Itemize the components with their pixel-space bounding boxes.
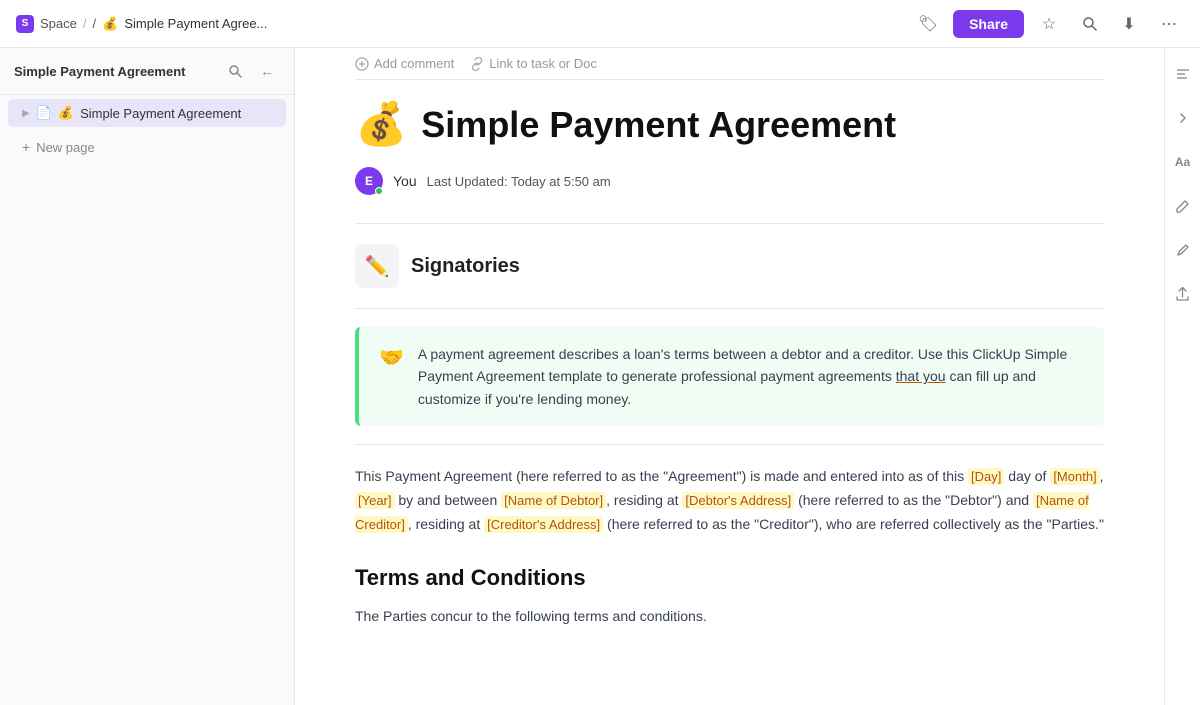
sig-icon: ✏️ bbox=[365, 254, 390, 279]
placeholder-month: [Month] bbox=[1050, 468, 1099, 485]
right-toolbar: Aa bbox=[1164, 48, 1200, 705]
sidebar-search-button[interactable] bbox=[222, 58, 248, 84]
add-comment-label: Add comment bbox=[374, 56, 454, 71]
sidebar-header-icons: ← bbox=[222, 58, 280, 84]
content-toolbar: Add comment Link to task or Doc bbox=[355, 48, 1104, 80]
collapse-right-button[interactable] bbox=[1169, 104, 1197, 132]
agreement-paragraph: This Payment Agreement (here referred to… bbox=[355, 465, 1104, 536]
divider-3 bbox=[355, 444, 1104, 445]
search-button[interactable] bbox=[1074, 9, 1104, 39]
signatories-section: ✏️ Signatories bbox=[355, 244, 1104, 288]
page-title: Simple Payment Agreement bbox=[421, 104, 896, 146]
author-name: You bbox=[393, 173, 417, 189]
topbar: S Space / / 💰 Simple Payment Agree... 🏷 … bbox=[0, 0, 1200, 48]
more-button[interactable]: ⋯ bbox=[1154, 9, 1184, 39]
placeholder-creditor-address: [Creditor's Address] bbox=[484, 516, 603, 533]
author-row: E You Last Updated: Today at 5:50 am bbox=[355, 167, 1104, 195]
sidebar-item-doc[interactable]: ▶ 📄 💰 Simple Payment Agreement bbox=[8, 99, 286, 127]
sig-icon-box: ✏️ bbox=[355, 244, 399, 288]
divider-1 bbox=[355, 223, 1104, 224]
edit-button[interactable] bbox=[1169, 192, 1197, 220]
new-page-label: New page bbox=[36, 140, 95, 155]
add-comment-button[interactable]: Add comment bbox=[355, 56, 454, 71]
doc-emoji: 💰 bbox=[58, 105, 74, 121]
last-updated: Last Updated: Today at 5:50 am bbox=[427, 174, 611, 189]
breadcrumb-slash: / bbox=[93, 16, 97, 31]
plus-icon: + bbox=[22, 139, 30, 155]
page-title-crumb: Simple Payment Agree... bbox=[124, 16, 267, 31]
divider-2 bbox=[355, 308, 1104, 309]
content-wrapper: Add comment Link to task or Doc 💰 Simple… bbox=[295, 48, 1200, 705]
pen-button[interactable] bbox=[1169, 236, 1197, 264]
terms-text: The Parties concur to the following term… bbox=[355, 605, 1104, 629]
main-content: Add comment Link to task or Doc 💰 Simple… bbox=[295, 48, 1164, 705]
tag-button[interactable]: 🏷 bbox=[913, 9, 943, 39]
link-task-label: Link to task or Doc bbox=[489, 56, 597, 71]
callout-box: 🤝 A payment agreement describes a loan's… bbox=[355, 327, 1104, 426]
title-emoji: 💰 bbox=[355, 100, 407, 149]
doc-title-section: 💰 Simple Payment Agreement bbox=[355, 100, 1104, 149]
main-layout: Simple Payment Agreement ← ▶ 📄 💰 Simple … bbox=[0, 48, 1200, 705]
new-page-button[interactable]: + New page bbox=[8, 133, 286, 161]
share-button[interactable]: Share bbox=[953, 10, 1024, 38]
outline-button[interactable] bbox=[1169, 60, 1197, 88]
sidebar-header: Simple Payment Agreement ← bbox=[0, 48, 294, 95]
breadcrumb: S Space / / 💰 Simple Payment Agree... bbox=[16, 15, 267, 33]
placeholder-year: [Year] bbox=[355, 492, 395, 509]
sidebar-title: Simple Payment Agreement bbox=[14, 64, 185, 79]
topbar-right: 🏷 Share ☆ ⬇ ⋯ bbox=[913, 9, 1184, 39]
sidebar: Simple Payment Agreement ← ▶ 📄 💰 Simple … bbox=[0, 48, 295, 705]
page-emoji-crumb: 💰 bbox=[102, 16, 118, 32]
placeholder-debtor-address: [Debtor's Address] bbox=[682, 492, 794, 509]
space-icon: S bbox=[16, 15, 34, 33]
share-content-button[interactable] bbox=[1169, 280, 1197, 308]
chevron-icon: ▶ bbox=[22, 108, 30, 119]
doc-label: Simple Payment Agreement bbox=[80, 106, 241, 121]
signatories-heading: Signatories bbox=[411, 255, 520, 278]
breadcrumb-sep: / bbox=[83, 16, 87, 31]
star-button[interactable]: ☆ bbox=[1034, 9, 1064, 39]
breadcrumb-space[interactable]: Space bbox=[40, 16, 77, 31]
online-indicator bbox=[375, 187, 383, 195]
placeholder-day: [Day] bbox=[968, 468, 1004, 485]
download-button[interactable]: ⬇ bbox=[1114, 9, 1144, 39]
sidebar-collapse-button[interactable]: ← bbox=[254, 58, 280, 84]
font-button[interactable]: Aa bbox=[1169, 148, 1197, 176]
placeholder-debtor-name: [Name of Debtor] bbox=[501, 492, 606, 509]
link-task-button[interactable]: Link to task or Doc bbox=[470, 56, 597, 71]
callout-text: A payment agreement describes a loan's t… bbox=[418, 343, 1084, 410]
avatar: E bbox=[355, 167, 383, 195]
callout-emoji: 🤝 bbox=[379, 345, 404, 410]
terms-heading: Terms and Conditions bbox=[355, 565, 1104, 591]
doc-icon: 📄 bbox=[36, 105, 52, 121]
